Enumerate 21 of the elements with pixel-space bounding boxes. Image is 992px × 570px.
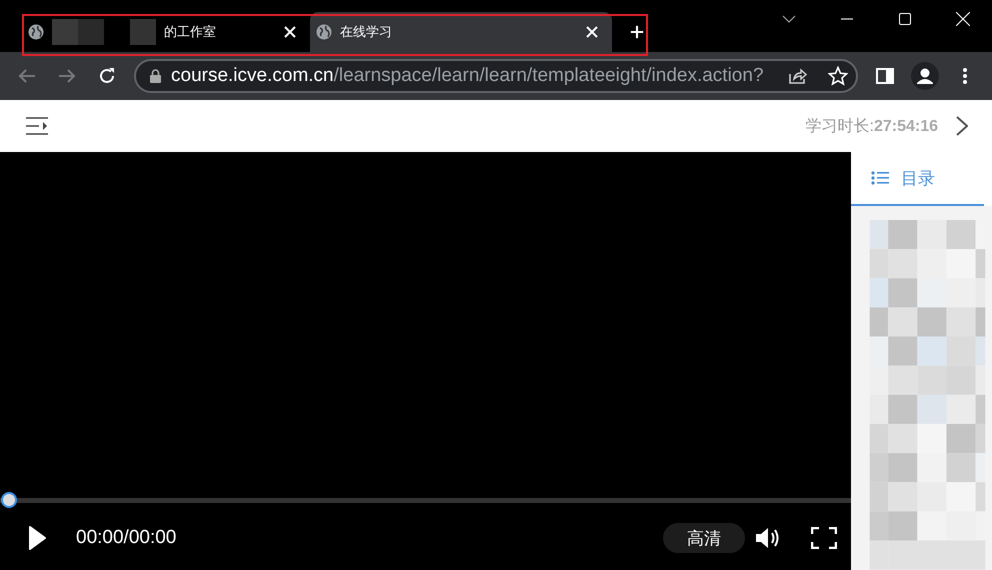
share-icon[interactable] xyxy=(788,67,808,85)
url-text: course.icve.com.cn/learnspace/learn/learn/templateeight/index.action? xyxy=(171,65,765,87)
study-time: 学习时长:27:54:16 xyxy=(806,116,938,136)
profile-icon[interactable] xyxy=(908,59,942,93)
quality-button[interactable]: 高清 xyxy=(663,523,745,553)
list-icon xyxy=(871,171,889,186)
progress-handle[interactable] xyxy=(1,492,17,508)
browser-tab[interactable]: 在线学习 xyxy=(310,12,612,52)
menu-toggle-icon[interactable] xyxy=(26,117,48,135)
lock-icon xyxy=(150,69,161,83)
globe-icon xyxy=(316,24,332,40)
address-bar[interactable]: course.icve.com.cn/learnspace/learn/learn/templateeight/index.action? xyxy=(134,59,858,93)
tab-title: 的工作室 xyxy=(164,23,217,41)
globe-icon xyxy=(28,24,44,40)
tab-title: 在线学习 xyxy=(340,23,393,41)
fullscreen-icon[interactable] xyxy=(811,527,837,549)
star-icon[interactable] xyxy=(828,66,848,86)
chevron-right-icon[interactable] xyxy=(956,116,968,136)
time-display: 00:00/00:00 xyxy=(76,527,176,549)
browser-tab[interactable]: 的工作室 xyxy=(22,12,310,52)
play-icon[interactable] xyxy=(28,526,46,550)
